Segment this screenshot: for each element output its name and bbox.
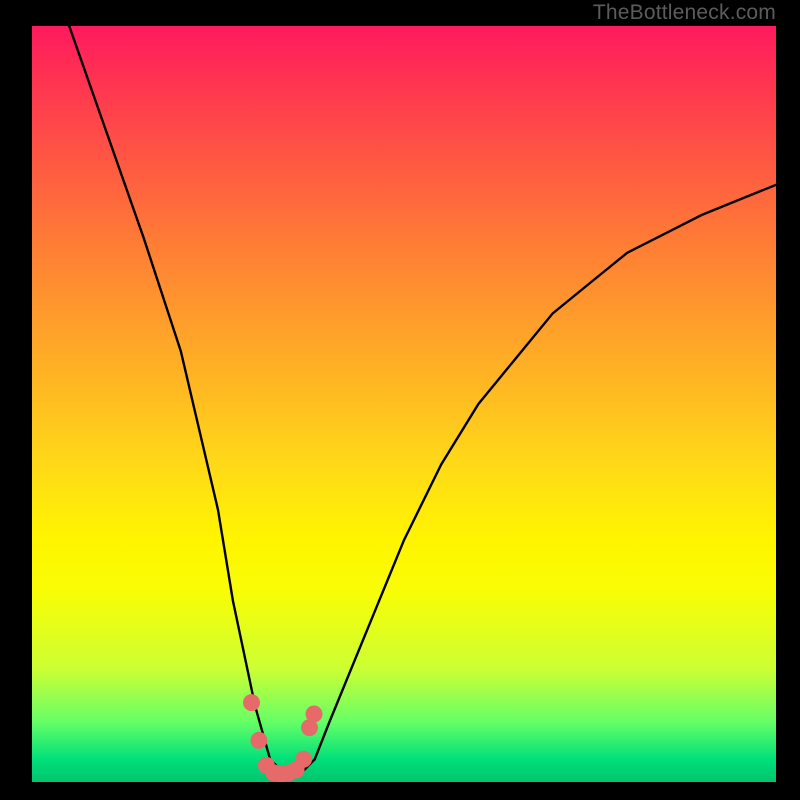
data-marker [250,732,267,749]
data-marker [243,694,260,711]
bottleneck-curve [69,26,776,774]
chart-canvas: TheBottleneck.com [0,0,800,800]
data-markers [243,694,323,782]
chart-overlay [32,26,776,782]
data-marker [306,706,323,723]
data-marker [295,751,312,768]
watermark-text: TheBottleneck.com [593,1,776,25]
